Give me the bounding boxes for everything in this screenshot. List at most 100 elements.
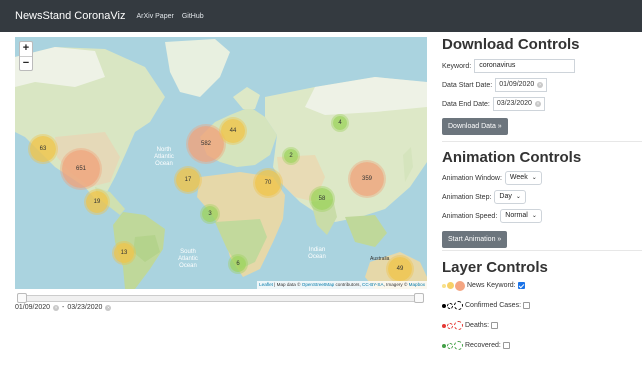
cluster-count: 19 bbox=[93, 199, 101, 205]
cluster-marker[interactable]: 582 bbox=[188, 126, 224, 162]
mapbox-link[interactable]: Mapbox bbox=[409, 282, 425, 287]
animation-step-label: Animation Step: bbox=[442, 193, 492, 201]
animation-step-select[interactable]: Day ⌄ bbox=[494, 190, 526, 204]
range-separator: - bbox=[62, 304, 65, 311]
cluster-marker[interactable]: 58 bbox=[311, 188, 333, 210]
zoom-out-button[interactable]: − bbox=[20, 56, 32, 70]
world-map[interactable]: North Atlantic Ocean South Atlantic Ocea… bbox=[15, 37, 427, 289]
cluster-count: 17 bbox=[184, 177, 192, 183]
cluster-marker[interactable]: 63 bbox=[30, 136, 56, 162]
layer-checkbox-news-keyword[interactable] bbox=[517, 282, 525, 289]
deaths-legend-icon bbox=[442, 321, 463, 330]
cluster-marker[interactable]: 49 bbox=[388, 257, 412, 281]
download-data-button[interactable]: Download Data » bbox=[442, 118, 508, 135]
start-date-input[interactable]: 01/09/2020 × bbox=[495, 78, 548, 92]
ocean-label-south-atlantic: South Atlantic Ocean bbox=[178, 249, 198, 269]
cluster-marker[interactable]: 4 bbox=[333, 116, 347, 130]
layer-label-confirmed-cases: Confirmed Cases: bbox=[465, 302, 522, 309]
map-attribution: Leaflet | Map data © OpenStreetMap contr… bbox=[257, 281, 427, 289]
start-date-value: 01/09/2020 bbox=[499, 81, 535, 88]
zoom-in-button[interactable]: + bbox=[20, 42, 32, 56]
cluster-count: 58 bbox=[318, 196, 326, 202]
license-link[interactable]: CC-BY-SA bbox=[362, 282, 384, 287]
attribution-text: | Map data © bbox=[272, 282, 302, 287]
cluster-marker[interactable]: 44 bbox=[221, 119, 245, 143]
start-animation-button[interactable]: Start Animation » bbox=[442, 231, 508, 248]
ocean-label-north-atlantic: North Atlantic Ocean bbox=[154, 147, 174, 167]
layer-checkbox-confirmed-cases[interactable] bbox=[523, 302, 531, 309]
continent-label-australia: Australia bbox=[370, 256, 390, 262]
slider-handle-start[interactable] bbox=[17, 293, 27, 303]
animation-speed-value: Normal bbox=[505, 212, 528, 219]
cluster-marker[interactable]: 359 bbox=[350, 162, 384, 196]
layer-label-recovered: Recovered: bbox=[465, 342, 501, 349]
nav-link-github[interactable]: GitHub bbox=[182, 13, 204, 20]
cluster-marker[interactable]: 3 bbox=[202, 206, 218, 222]
layer-checkbox-deaths[interactable] bbox=[491, 322, 499, 329]
slider-handle-end[interactable] bbox=[414, 293, 424, 303]
animation-step-value: Day bbox=[499, 193, 512, 200]
cluster-count: 70 bbox=[264, 180, 272, 186]
chevron-down-icon: ⌄ bbox=[531, 213, 537, 219]
end-date-label: Data End Date: bbox=[442, 100, 490, 108]
cluster-count: 44 bbox=[229, 128, 237, 134]
chevron-down-icon: ⌄ bbox=[515, 194, 521, 200]
section-divider bbox=[442, 250, 642, 251]
attribution-text: , Imagery © bbox=[383, 282, 409, 287]
end-date-input[interactable]: 03/23/2020 × bbox=[492, 97, 545, 111]
download-controls-title: Download Controls bbox=[442, 36, 580, 53]
cluster-marker[interactable]: 13 bbox=[114, 243, 134, 263]
cluster-count: 63 bbox=[39, 146, 47, 152]
osm-link[interactable]: OpenStreetMap bbox=[302, 282, 334, 287]
clear-icon[interactable]: × bbox=[537, 82, 544, 88]
animation-controls-title: Animation Controls bbox=[442, 149, 582, 166]
attribution-text: contributors, bbox=[334, 282, 363, 287]
chevron-down-icon: ⌄ bbox=[531, 175, 537, 181]
layer-checkbox-recovered[interactable] bbox=[502, 342, 510, 349]
animation-window-select[interactable]: Week ⌄ bbox=[504, 171, 542, 185]
nav-link-arxiv-paper[interactable]: ArXiv Paper bbox=[136, 13, 173, 20]
app-brand[interactable]: NewsStand CoronaViz bbox=[15, 10, 125, 22]
animation-controls: Animation Controls Animation Window: Wee… bbox=[442, 149, 642, 248]
keyword-input[interactable]: coronavirus bbox=[474, 59, 576, 73]
cluster-marker[interactable]: 6 bbox=[230, 256, 246, 272]
layer-controls: Layer Controls News Keyword: Confirmed C… bbox=[442, 259, 642, 351]
recovered-legend-icon bbox=[442, 341, 463, 350]
ocean-label-indian: Indian Ocean bbox=[308, 247, 326, 260]
news-keyword-legend-icon bbox=[442, 280, 465, 291]
navbar: NewsStand CoronaViz ArXiv Paper GitHub bbox=[0, 0, 642, 32]
cluster-count: 3 bbox=[208, 211, 212, 217]
range-start-date: 01/09/2020 bbox=[15, 304, 51, 311]
cluster-count: 582 bbox=[200, 141, 211, 147]
zoom-control: + − bbox=[19, 41, 33, 71]
cluster-count: 651 bbox=[75, 166, 86, 172]
cluster-count: 6 bbox=[236, 261, 240, 267]
cluster-marker[interactable]: 19 bbox=[86, 191, 108, 213]
layer-label-deaths: Deaths: bbox=[465, 322, 490, 329]
layer-controls-title: Layer Controls bbox=[442, 259, 548, 276]
clear-icon[interactable]: × bbox=[534, 101, 541, 107]
cluster-count: 2 bbox=[289, 153, 293, 159]
section-divider bbox=[442, 141, 642, 142]
start-date-label: Data Start Date: bbox=[442, 81, 493, 89]
date-range-slider[interactable] bbox=[17, 295, 422, 302]
leaflet-link[interactable]: Leaflet bbox=[259, 282, 273, 287]
cluster-marker[interactable]: 70 bbox=[255, 170, 281, 196]
cluster-count: 49 bbox=[396, 266, 404, 272]
animation-speed-label: Animation Speed: bbox=[442, 212, 498, 220]
confirmed-cases-legend-icon bbox=[442, 301, 463, 310]
clear-icon[interactable]: × bbox=[105, 304, 112, 311]
layer-label-news-keyword: News Keyword: bbox=[467, 282, 516, 289]
clear-icon[interactable]: × bbox=[53, 304, 60, 311]
cluster-marker[interactable]: 2 bbox=[284, 149, 298, 163]
cluster-marker[interactable]: 651 bbox=[62, 150, 100, 188]
end-date-value: 03/23/2020 bbox=[496, 100, 532, 107]
animation-speed-select[interactable]: Normal ⌄ bbox=[500, 209, 542, 223]
date-range-readout: 01/09/2020 × - 03/23/2020 × bbox=[15, 304, 112, 311]
range-end-date: 03/23/2020 bbox=[67, 304, 103, 311]
animation-window-label: Animation Window: bbox=[442, 174, 502, 182]
download-controls: Download Controls Keyword: coronavirus D… bbox=[442, 36, 642, 135]
animation-window-value: Week bbox=[509, 174, 528, 181]
cluster-marker[interactable]: 17 bbox=[176, 168, 200, 192]
cluster-count: 4 bbox=[338, 120, 342, 126]
